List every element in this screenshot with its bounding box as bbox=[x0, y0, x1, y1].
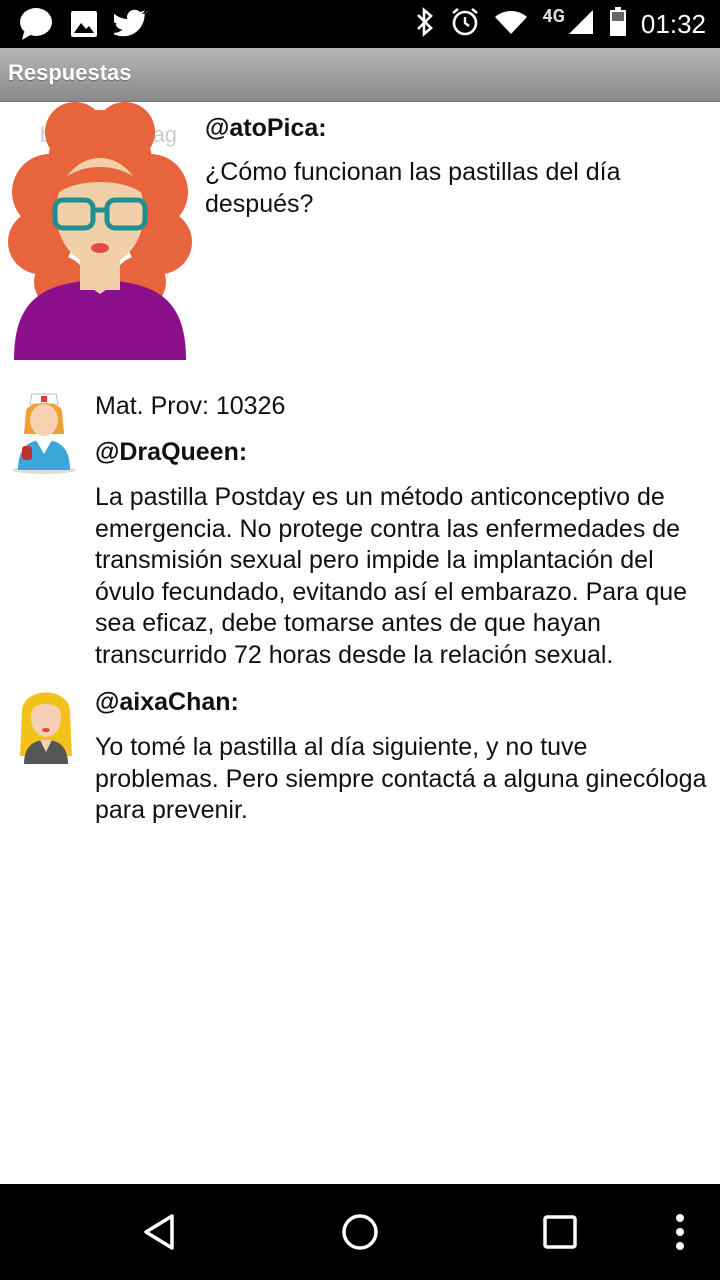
post-text: La pastilla Postday es un método anticon… bbox=[95, 483, 688, 669]
twitter-icon bbox=[114, 0, 150, 48]
post-text: ¿Cómo funcionan las pastillas del día de… bbox=[205, 158, 621, 218]
avatar bbox=[8, 390, 80, 474]
list-item[interactable]: @aixaChan: Yo tomé la pastilla al día si… bbox=[0, 680, 720, 840]
list-item[interactable]: Mat. Prov: 10326 @DraQueen: La pastilla … bbox=[0, 386, 720, 682]
navigation-bar bbox=[0, 1184, 720, 1280]
home-icon[interactable] bbox=[320, 1184, 400, 1280]
author-name: @atoPica: bbox=[205, 114, 327, 142]
signal-icon bbox=[567, 8, 595, 40]
more-options-icon[interactable] bbox=[660, 1184, 700, 1280]
answers-list: by Getty Imag bbox=[0, 102, 720, 1184]
list-item[interactable]: by Getty Imag bbox=[0, 102, 720, 382]
clock: 01:32 bbox=[640, 8, 706, 39]
battery-icon bbox=[609, 7, 627, 41]
recents-icon[interactable] bbox=[520, 1184, 600, 1280]
author-name: @aixaChan: bbox=[95, 688, 239, 716]
image-icon bbox=[70, 0, 98, 48]
avatar bbox=[14, 682, 78, 766]
network-type: 4G bbox=[542, 5, 565, 27]
page-title: Respuestas bbox=[8, 60, 132, 85]
avatar: by Getty Imag bbox=[0, 102, 200, 364]
alarm-icon bbox=[450, 7, 480, 41]
back-icon[interactable] bbox=[120, 1184, 200, 1280]
author-name: @DraQueen: bbox=[95, 438, 248, 466]
chat-bubble-icon bbox=[18, 0, 54, 48]
license-number: Mat. Prov: 10326 bbox=[95, 392, 286, 420]
status-bar: 4G 01:32 bbox=[0, 0, 720, 48]
post-text: Yo tomé la pastilla al día siguiente, y … bbox=[95, 733, 707, 824]
wifi-icon bbox=[494, 9, 528, 39]
action-bar: Respuestas bbox=[0, 48, 720, 102]
bluetooth-icon bbox=[414, 7, 436, 41]
